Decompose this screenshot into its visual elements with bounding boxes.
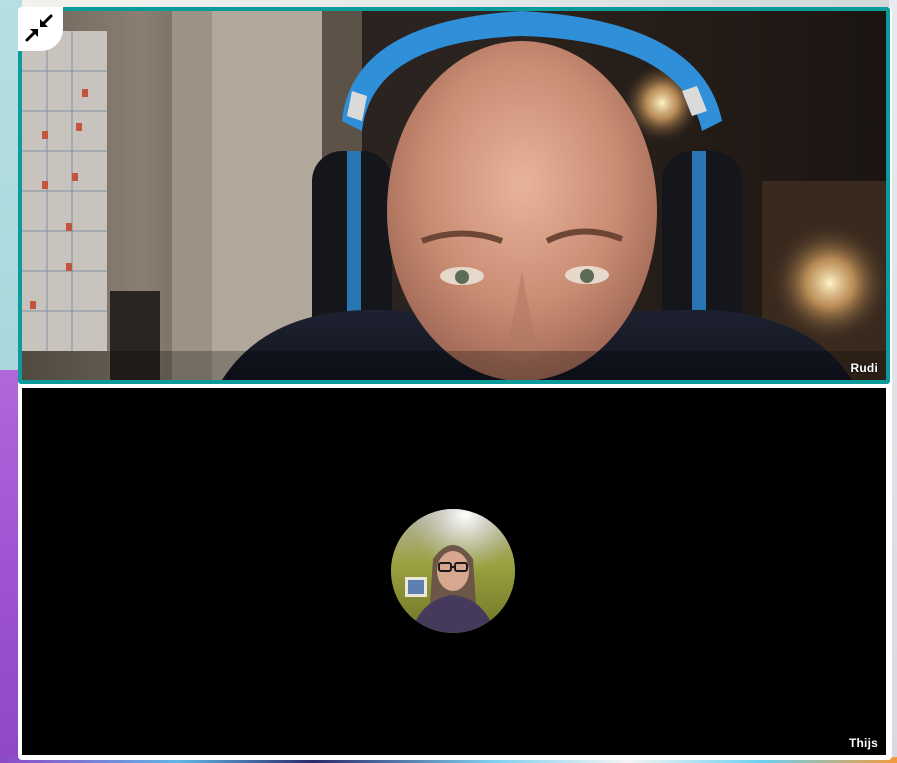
minimize-button[interactable]	[18, 7, 63, 51]
participant-name-rudi: Rudi	[850, 361, 878, 375]
minimize-arrows-icon	[25, 14, 55, 44]
camera-feed-rudi	[22, 11, 886, 380]
participant-name-thijs: Thijs	[848, 736, 878, 750]
video-tile-rudi[interactable]: Rudi	[18, 7, 890, 384]
avatar-thijs	[391, 509, 515, 633]
